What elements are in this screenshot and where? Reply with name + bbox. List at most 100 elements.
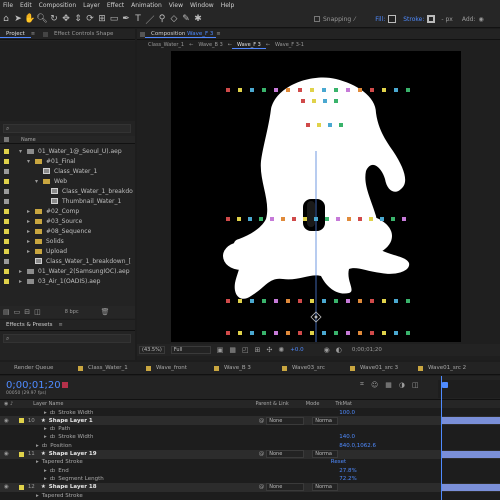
hand-tool-icon[interactable]: ✋	[24, 13, 36, 25]
expand-arrow-icon[interactable]: ▸	[44, 434, 47, 440]
path-vertex-marker[interactable]	[301, 99, 305, 103]
path-vertex-marker[interactable]	[334, 331, 338, 335]
path-vertex-marker[interactable]	[250, 331, 254, 335]
path-vertex-marker[interactable]	[262, 331, 266, 335]
roto-brush-tool-icon[interactable]: ✎	[180, 13, 192, 25]
guides-icon[interactable]: ⊞	[255, 346, 261, 354]
pan-tool-icon[interactable]: ✥	[60, 13, 72, 25]
layer-duration-bar[interactable]	[441, 483, 500, 491]
path-vertex-marker[interactable]	[274, 331, 278, 335]
col-parent[interactable]: Parent & Link	[255, 401, 288, 407]
path-vertex-marker[interactable]	[281, 217, 285, 221]
label-color-swatch[interactable]	[4, 168, 9, 174]
path-vertex-marker[interactable]	[270, 217, 274, 221]
path-vertex-marker[interactable]	[237, 217, 241, 221]
eraser-tool-icon[interactable]: ◇	[168, 13, 180, 25]
blend-mode-dropdown[interactable]: Norma	[312, 416, 339, 425]
path-vertex-marker[interactable]	[394, 299, 398, 303]
path-vertex-marker[interactable]	[358, 331, 362, 335]
dolly-tool-icon[interactable]: ⇕	[72, 13, 84, 25]
path-vertex-marker[interactable]	[298, 88, 302, 92]
path-vertex-marker[interactable]	[226, 299, 230, 303]
path-vertex-marker[interactable]	[394, 331, 398, 335]
pick-whip-icon[interactable]: @	[259, 418, 265, 424]
path-vertex-marker[interactable]	[250, 299, 254, 303]
label-color-swatch[interactable]	[4, 268, 9, 274]
layer-duration-bar[interactable]	[441, 417, 500, 425]
layer-label-swatch[interactable]	[18, 451, 24, 457]
pick-whip-icon[interactable]: @	[259, 484, 265, 490]
path-vertex-marker[interactable]	[358, 88, 362, 92]
path-vertex-marker[interactable]	[310, 299, 314, 303]
project-item[interactable]: ▸ 03_Air_1(OADIS).aep	[0, 276, 135, 286]
collapse-arrow-icon[interactable]: ▾	[27, 158, 35, 165]
path-vertex-marker[interactable]	[328, 123, 332, 127]
fast-previews-icon[interactable]: ▣	[217, 346, 224, 354]
property-value[interactable]: Reset	[331, 459, 346, 465]
label-color-swatch[interactable]	[4, 228, 9, 234]
path-vertex-marker[interactable]	[226, 217, 230, 221]
project-item[interactable]: Class_Water_1_breakdo	[0, 186, 135, 196]
label-color-swatch[interactable]	[4, 158, 9, 164]
visibility-eye-icon[interactable]: ◉	[4, 451, 9, 457]
visibility-eye-icon[interactable]: ◉	[4, 484, 9, 490]
label-color-swatch[interactable]	[4, 218, 9, 224]
time-ruler[interactable]	[438, 380, 500, 398]
stopwatch-icon[interactable]: ȸ	[50, 476, 56, 482]
layer-label-swatch[interactable]	[18, 484, 24, 490]
project-item[interactable]: ▾ #01_Final	[0, 156, 135, 166]
path-vertex-marker[interactable]	[292, 217, 296, 221]
expand-arrow-icon[interactable]: ▸	[36, 459, 39, 465]
project-item[interactable]: ▸ #03_Source	[0, 216, 135, 226]
path-vertex-marker[interactable]	[382, 299, 386, 303]
timeline-tab[interactable]: Wave01_src 3	[342, 365, 410, 371]
property-value[interactable]: 72.2%	[339, 476, 356, 482]
project-item[interactable]: ▸ 01_Water_2(SamsungIOC).aep	[0, 266, 135, 276]
selection-tool-icon[interactable]: ➤	[12, 13, 24, 25]
delete-icon[interactable]: 🗑︎	[101, 308, 110, 316]
col-layer-name[interactable]: Layer Name	[33, 401, 63, 407]
fill-swatch[interactable]	[388, 15, 397, 23]
expand-arrow-icon[interactable]: ▸	[44, 426, 47, 432]
path-vertex-marker[interactable]	[314, 217, 318, 221]
label-color-swatch[interactable]	[4, 238, 9, 244]
path-vertex-marker[interactable]	[274, 299, 278, 303]
tab-effect-controls[interactable]: Effect Controls Shape	[48, 31, 119, 37]
stopwatch-icon[interactable]: ȸ	[50, 410, 56, 416]
expand-arrow-icon[interactable]: ▸	[27, 228, 35, 235]
project-item[interactable]: ▸ Upload	[0, 246, 135, 256]
path-vertex-marker[interactable]	[380, 217, 384, 221]
menu-item-composition[interactable]: Composition	[39, 2, 76, 9]
path-vertex-marker[interactable]	[325, 217, 329, 221]
path-vertex-marker[interactable]	[298, 299, 302, 303]
project-item[interactable]: ▾ 01_Water_1@_Seoul_U).aep	[0, 146, 135, 156]
label-color-swatch[interactable]	[4, 178, 9, 184]
bit-depth-label[interactable]: 8 bpc	[65, 309, 79, 315]
timeline-tab[interactable]: Wave_B 3	[206, 365, 274, 371]
layer-name[interactable]: Shape Layer 18	[49, 484, 259, 490]
project-item[interactable]: ▾ Web	[0, 176, 135, 186]
transparency-grid-icon[interactable]: ▦	[229, 346, 236, 354]
collapse-arrow-icon[interactable]: ▾	[35, 178, 43, 185]
shy-icon[interactable]: ☺	[371, 381, 378, 389]
label-color-swatch[interactable]	[4, 208, 9, 214]
label-color-swatch[interactable]	[4, 148, 9, 154]
snapping-options-icon[interactable]: ⁄	[354, 16, 355, 23]
project-settings-icon[interactable]: ◫	[34, 308, 41, 316]
pick-whip-icon[interactable]: @	[259, 451, 265, 457]
path-vertex-marker[interactable]	[226, 331, 230, 335]
path-vertex-marker[interactable]	[312, 99, 316, 103]
menu-item-file[interactable]: File	[3, 2, 13, 9]
path-vertex-marker[interactable]	[358, 217, 362, 221]
frame-blending-icon[interactable]: ▦	[385, 381, 392, 389]
type-tool-icon[interactable]: T	[132, 13, 144, 25]
stroke-width-value[interactable]: - px	[441, 16, 452, 23]
path-vertex-marker[interactable]	[334, 88, 338, 92]
stopwatch-icon[interactable]: ȸ	[50, 468, 56, 474]
path-vertex-marker[interactable]	[394, 88, 398, 92]
channel-icon[interactable]: ✣	[267, 346, 273, 354]
property-value[interactable]: 840.0,1062.6	[339, 443, 376, 449]
expand-arrow-icon[interactable]: ▸	[44, 476, 47, 482]
exposure-value[interactable]: +0.0	[290, 347, 303, 353]
parent-dropdown[interactable]: None	[266, 450, 305, 458]
